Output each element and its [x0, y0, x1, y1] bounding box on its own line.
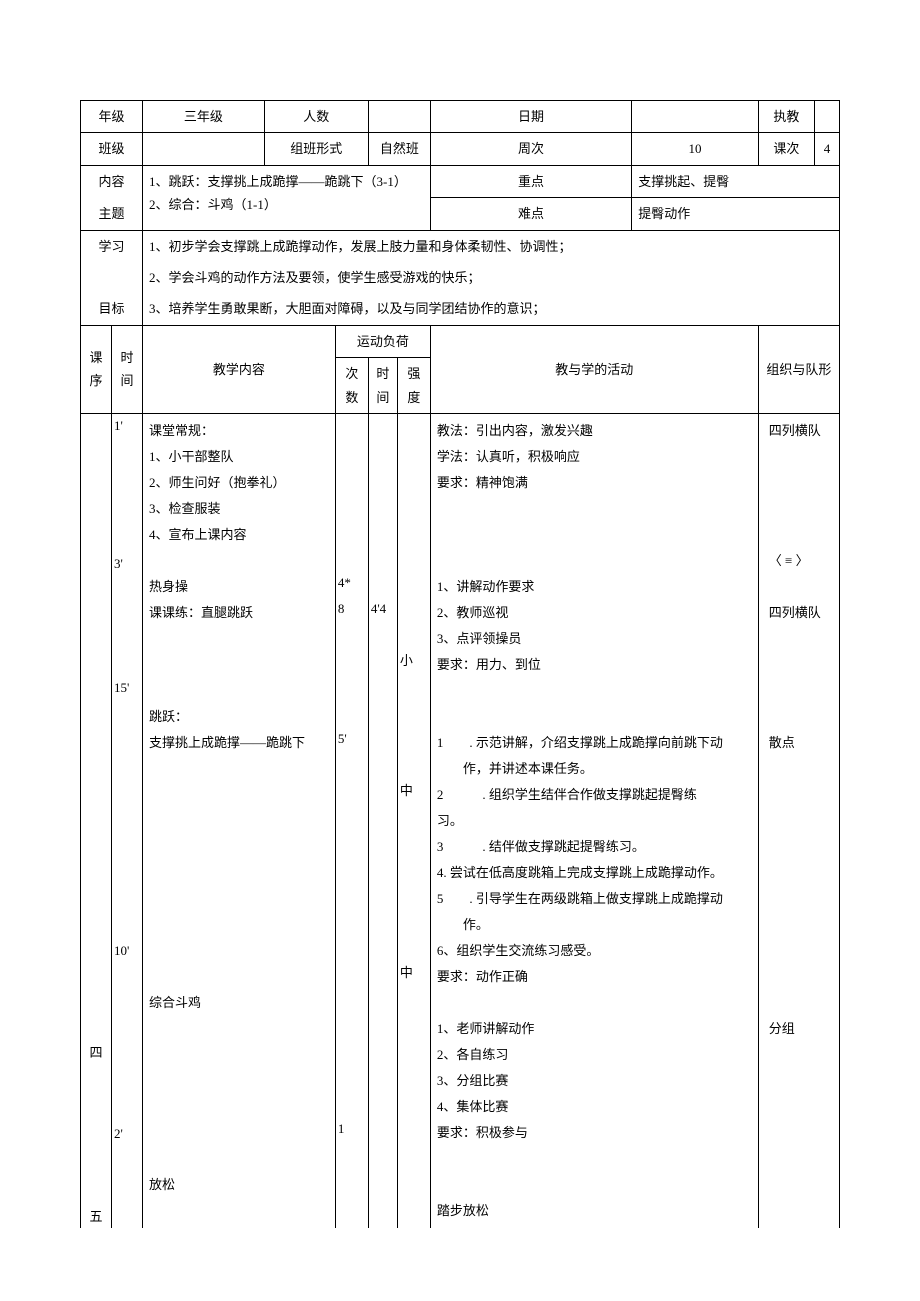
objective-label-2: 目标 — [81, 293, 143, 325]
objective-row-3: 目标 3、培养学生勇敢果断，大胆面对障碍，以及与同学团结协作的意识； — [81, 293, 840, 325]
formation-col: 四列横队 〈 ≡ 〉 四列横队 散点 分组 — [758, 413, 839, 1228]
content-text: 1、跳跃：支撑挑上成跪撑——跪跳下（3-1） 2、综合：斗鸡（1-1） — [143, 165, 431, 230]
keypoint-value: 支撑挑起、提臀 — [632, 165, 840, 197]
th-time: 时间 — [112, 325, 143, 413]
headcount-value — [368, 101, 430, 133]
activity-col: 教法：引出内容，激发兴趣 学法：认真听，积极响应 要求：精神饱满 1、讲解动作要… — [430, 413, 758, 1228]
grade-label: 年级 — [81, 101, 143, 133]
th-duration: 时间 — [368, 358, 397, 414]
week-label: 周次 — [430, 133, 631, 165]
lesson-plan-table: 年级 三年级 人数 日期 执教 班级 组班形式 自然班 周次 10 课次 4 内… — [80, 100, 840, 1228]
th-intensity: 强度 — [397, 358, 430, 414]
header-row-2: 班级 组班形式 自然班 周次 10 课次 4 — [81, 133, 840, 165]
content-text-line1: 1、跳跃：支撑挑上成跪撑——跪跳下（3-1） — [149, 170, 424, 193]
th-activity: 教与学的活动 — [430, 325, 758, 413]
time-1: 1' — [114, 414, 140, 437]
headcount-label: 人数 — [264, 101, 368, 133]
intensity-col: 小 中 中 — [397, 413, 430, 1228]
th-load: 运动负荷 — [335, 325, 430, 357]
teacher-value — [815, 101, 840, 133]
classform-label: 组班形式 — [264, 133, 368, 165]
seq-col: 四 五 — [81, 413, 112, 1228]
class-value — [143, 133, 265, 165]
objective-row-1: 学习 1、初步学会支撑跳上成跪撑动作，发展上肢力量和身体柔韧性、协调性； — [81, 230, 840, 262]
th-formation: 组织与队形 — [758, 325, 839, 413]
keypoint-label: 重点 — [430, 165, 631, 197]
tablehead-row-1: 课序 时间 教学内容 运动负荷 教与学的活动 组织与队形 — [81, 325, 840, 357]
seq-4: 四 — [83, 1041, 109, 1064]
header-row-1: 年级 三年级 人数 日期 执教 — [81, 101, 840, 133]
date-label: 日期 — [430, 101, 631, 133]
objective-label-1: 学习 — [81, 230, 143, 262]
time-10: 10' — [114, 939, 140, 962]
time-col: 1' 3' 15' 10' 2' — [112, 413, 143, 1228]
difficulty-label: 难点 — [430, 198, 631, 230]
th-teaching-content: 教学内容 — [143, 325, 336, 413]
duration-col: 4'4 — [368, 413, 397, 1228]
time-2: 2' — [114, 1122, 140, 1145]
classform-value: 自然班 — [368, 133, 430, 165]
time-3: 3' — [114, 552, 140, 575]
time-15: 15' — [114, 676, 140, 699]
content-row-1: 内容 1、跳跃：支撑挑上成跪撑——跪跳下（3-1） 2、综合：斗鸡（1-1） 重… — [81, 165, 840, 197]
content-label-2: 主题 — [81, 198, 143, 230]
teacher-label: 执教 — [758, 101, 814, 133]
times-col: 4* 8 5' 1 — [335, 413, 368, 1228]
grade-value: 三年级 — [143, 101, 265, 133]
difficulty-value: 提臀动作 — [632, 198, 840, 230]
seq-5: 五 — [83, 1205, 109, 1228]
th-times: 次数 — [335, 358, 368, 414]
content-text-line2: 2、综合：斗鸡（1-1） — [149, 193, 424, 216]
lesson-label: 课次 — [758, 133, 814, 165]
objective-line3: 3、培养学生勇敢果断，大胆面对障碍，以及与同学团结协作的意识； — [143, 293, 840, 325]
content-label-1: 内容 — [81, 165, 143, 197]
week-value: 10 — [632, 133, 759, 165]
date-value — [632, 101, 759, 133]
class-label: 班级 — [81, 133, 143, 165]
objective-line1: 1、初步学会支撑跳上成跪撑动作，发展上肢力量和身体柔韧性、协调性； — [143, 230, 840, 262]
th-seq: 课序 — [81, 325, 112, 413]
body-row: 四 五 1' 3' 15' 10' 2' 课堂常规： 1、小干部整队 2、师生问… — [81, 413, 840, 1228]
objective-row-2: 2、学会斗鸡的动作方法及要领，使学生感受游戏的快乐； — [81, 262, 840, 293]
objective-line2: 2、学会斗鸡的动作方法及要领，使学生感受游戏的快乐； — [143, 262, 840, 293]
lesson-value: 4 — [815, 133, 840, 165]
teaching-content-col: 课堂常规： 1、小干部整队 2、师生问好（抱拳礼） 3、检查服装 4、宣布上课内… — [143, 413, 336, 1228]
